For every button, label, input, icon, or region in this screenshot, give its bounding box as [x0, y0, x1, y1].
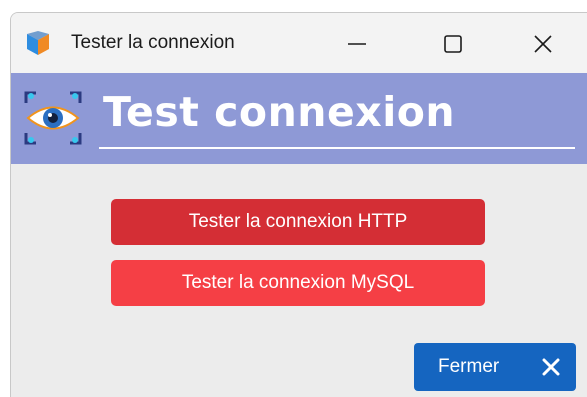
- app-logo-icon: [27, 31, 49, 55]
- title-bar[interactable]: Tester la connexion: [11, 13, 587, 73]
- window-title: Tester la connexion: [71, 32, 235, 53]
- page-title: Test connexion: [103, 88, 456, 136]
- maximize-icon[interactable]: [439, 30, 467, 58]
- close-button[interactable]: Fermer: [414, 343, 576, 391]
- x-icon: [542, 358, 560, 376]
- test-mysql-button[interactable]: Tester la connexion MySQL: [111, 260, 485, 306]
- close-button-label: Fermer: [438, 356, 500, 377]
- app-window: Tester la connexion Test connexion Teste…: [10, 12, 587, 397]
- close-icon[interactable]: [529, 30, 557, 58]
- header-banner: Test connexion: [11, 73, 587, 164]
- eye-icon: [24, 91, 82, 145]
- title-underline: [99, 147, 575, 149]
- test-http-button[interactable]: Tester la connexion HTTP: [111, 199, 485, 245]
- minimize-icon[interactable]: [343, 30, 371, 58]
